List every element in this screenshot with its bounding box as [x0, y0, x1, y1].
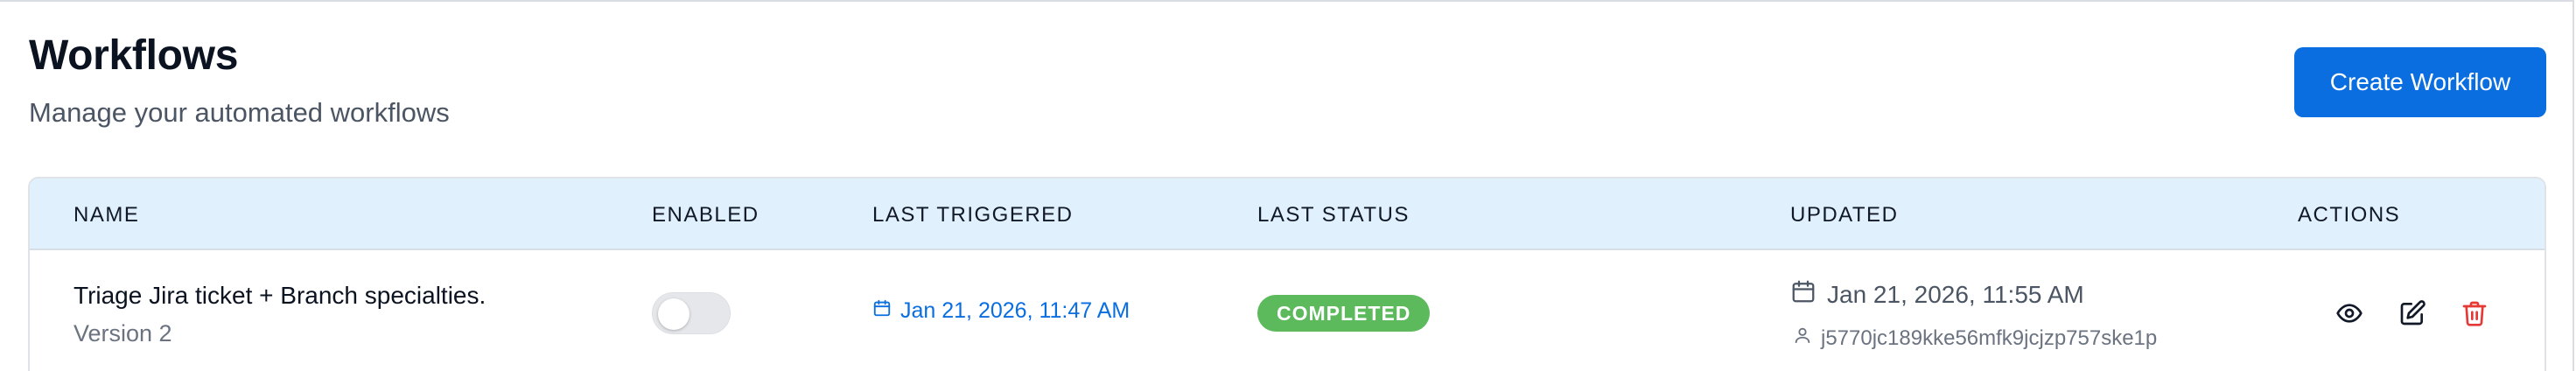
last-triggered-value: Jan 21, 2026, 11:47 AM [900, 298, 1130, 323]
user-icon [1793, 326, 1812, 351]
eye-icon [2335, 299, 2363, 332]
updated-date: Jan 21, 2026, 11:55 AM [1790, 278, 2084, 311]
enabled-toggle[interactable] [652, 292, 731, 334]
updated-by-value: j5770jc189kke56mfk9jcjzp757ske1p [1821, 326, 2158, 350]
column-header-last-status: LAST STATUS [1257, 203, 1410, 227]
status-badge: COMPLETED [1257, 295, 1431, 332]
column-header-actions: ACTIONS [2298, 203, 2401, 227]
column-header-name: NAME [74, 203, 140, 227]
toggle-knob [658, 298, 690, 330]
workflows-table: NAME ENABLED LAST TRIGGERED LAST STATUS … [28, 177, 2546, 371]
column-header-enabled: ENABLED [652, 203, 760, 227]
view-button[interactable] [2334, 299, 2365, 331]
edit-icon [2398, 299, 2426, 332]
updated-value: Jan 21, 2026, 11:55 AM [1827, 280, 2084, 308]
page-title: Workflows [29, 32, 239, 79]
updated-by: j5770jc189kke56mfk9jcjzp757ske1p [1793, 326, 2157, 351]
delete-button[interactable] [2459, 299, 2490, 331]
table-header: NAME ENABLED LAST TRIGGERED LAST STATUS … [30, 178, 2544, 250]
table-row: Triage Jira ticket + Branch specialties.… [30, 252, 2544, 371]
edit-button[interactable] [2397, 299, 2428, 331]
column-header-updated: UPDATED [1790, 203, 1899, 227]
workflow-version: Version 2 [74, 320, 172, 346]
last-triggered-link[interactable]: Jan 21, 2026, 11:47 AM [872, 298, 1130, 324]
calendar-icon [1790, 278, 1816, 311]
column-header-last-triggered: LAST TRIGGERED [872, 203, 1074, 227]
create-workflow-button[interactable]: Create Workflow [2294, 47, 2546, 117]
calendar-icon [872, 298, 892, 324]
workflow-name: Triage Jira ticket + Branch specialties. [74, 282, 486, 309]
page-subtitle: Manage your automated workflows [29, 97, 450, 128]
trash-icon [2460, 299, 2488, 332]
